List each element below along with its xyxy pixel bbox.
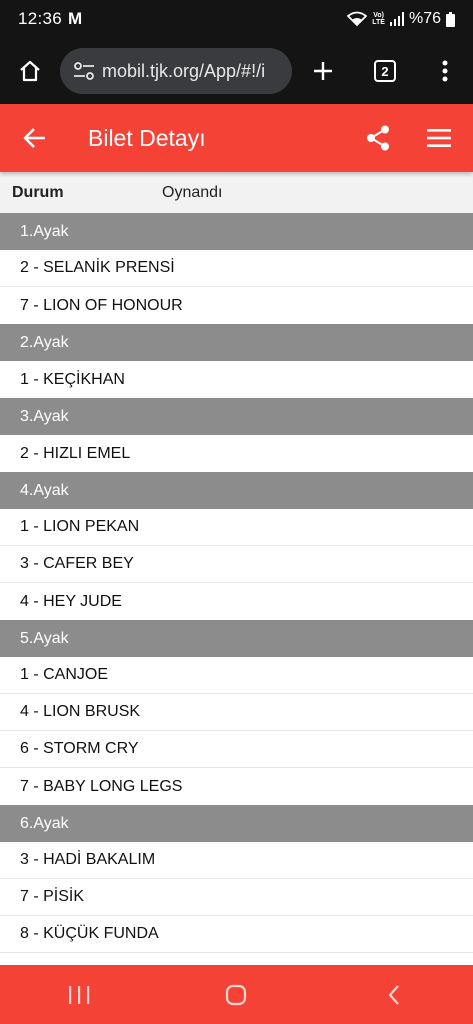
list-item: 7 - PİSİK: [0, 879, 473, 916]
status-value: Oynandı: [162, 183, 223, 201]
volte-icon: Vo) LTE: [372, 12, 385, 26]
new-tab-button[interactable]: [292, 38, 354, 104]
leg-header-5: 5.Ayak: [0, 620, 473, 657]
ticket-status-row: Durum Oynandı: [0, 172, 473, 213]
tab-count: 2: [374, 60, 396, 82]
list-item: 3 - CAFER BEY: [0, 546, 473, 583]
tab-switcher-button[interactable]: 2: [354, 38, 416, 104]
leg-header-6: 6.Ayak: [0, 805, 473, 842]
list-item: 2 - HIZLI EMEL: [0, 435, 473, 472]
nav-home-button[interactable]: [196, 965, 276, 1024]
battery-percent: %76: [408, 10, 441, 27]
list-item: 4 - HEY JUDE: [0, 583, 473, 620]
share-button[interactable]: [351, 104, 405, 172]
list-item: 1 - LION PEKAN: [0, 509, 473, 546]
wifi-icon: [347, 11, 368, 27]
page-title: Bilet Detayı: [88, 124, 206, 151]
list-item: 8 - KÜÇÜK FUNDA: [0, 916, 473, 953]
system-status-bar: 12:36 M Vo) LTE %76: [0, 0, 473, 38]
status-time: 12:36: [18, 9, 63, 28]
list-item: 1 - CANJOE: [0, 657, 473, 694]
gmail-notification-icon: M: [68, 9, 83, 28]
status-label: Durum: [12, 183, 64, 201]
more-vert-icon: [442, 60, 447, 82]
browser-toolbar: mobil.tjk.org/App/#!/i 2: [0, 38, 473, 104]
ticket-detail-content[interactable]: Durum Oynandı 1.Ayak 2 - SELANİK PRENSİ …: [0, 172, 473, 965]
list-item: 4 - LION BRUSK: [0, 694, 473, 731]
site-settings-button[interactable]: [72, 62, 96, 80]
leg-header-1: 1.Ayak: [0, 213, 473, 250]
list-item: 3 - HADİ BAKALIM: [0, 842, 473, 879]
list-item: 7 - BABY LONG LEGS: [0, 768, 473, 805]
battery-icon: [446, 11, 455, 27]
address-bar[interactable]: mobil.tjk.org/App/#!/i: [60, 48, 292, 94]
share-icon: [367, 125, 389, 151]
recents-icon: [68, 985, 90, 1004]
nav-back-button[interactable]: [354, 965, 434, 1024]
tune-icon: [74, 62, 94, 80]
leg-header-4: 4.Ayak: [0, 472, 473, 509]
list-item: 2 - SELANİK PRENSİ: [0, 250, 473, 287]
system-navigation-bar: [0, 965, 473, 1024]
plus-icon: [314, 62, 332, 80]
nav-back-icon: [389, 984, 399, 1005]
status-indicators: Vo) LTE %76: [347, 10, 455, 28]
arrow-back-icon: [23, 128, 45, 148]
home-icon: [20, 60, 40, 82]
url-text: mobil.tjk.org/App/#!/i: [102, 60, 266, 81]
browser-menu-button[interactable]: [416, 38, 473, 104]
nav-home-icon: [226, 984, 247, 1005]
app-header: Bilet Detayı: [0, 104, 473, 172]
list-item: 6 - STORM CRY: [0, 731, 473, 768]
recents-button[interactable]: [39, 965, 119, 1024]
hamburger-menu-icon: [427, 129, 451, 147]
leg-header-3: 3.Ayak: [0, 398, 473, 435]
back-button[interactable]: [0, 104, 70, 172]
leg-header-2: 2.Ayak: [0, 324, 473, 361]
browser-home-button[interactable]: [0, 38, 60, 104]
list-item: 7 - LION OF HONOUR: [0, 287, 473, 324]
signal-icon: [389, 12, 404, 26]
list-item: 1 - KEÇİKHAN: [0, 361, 473, 398]
menu-button[interactable]: [405, 104, 473, 172]
